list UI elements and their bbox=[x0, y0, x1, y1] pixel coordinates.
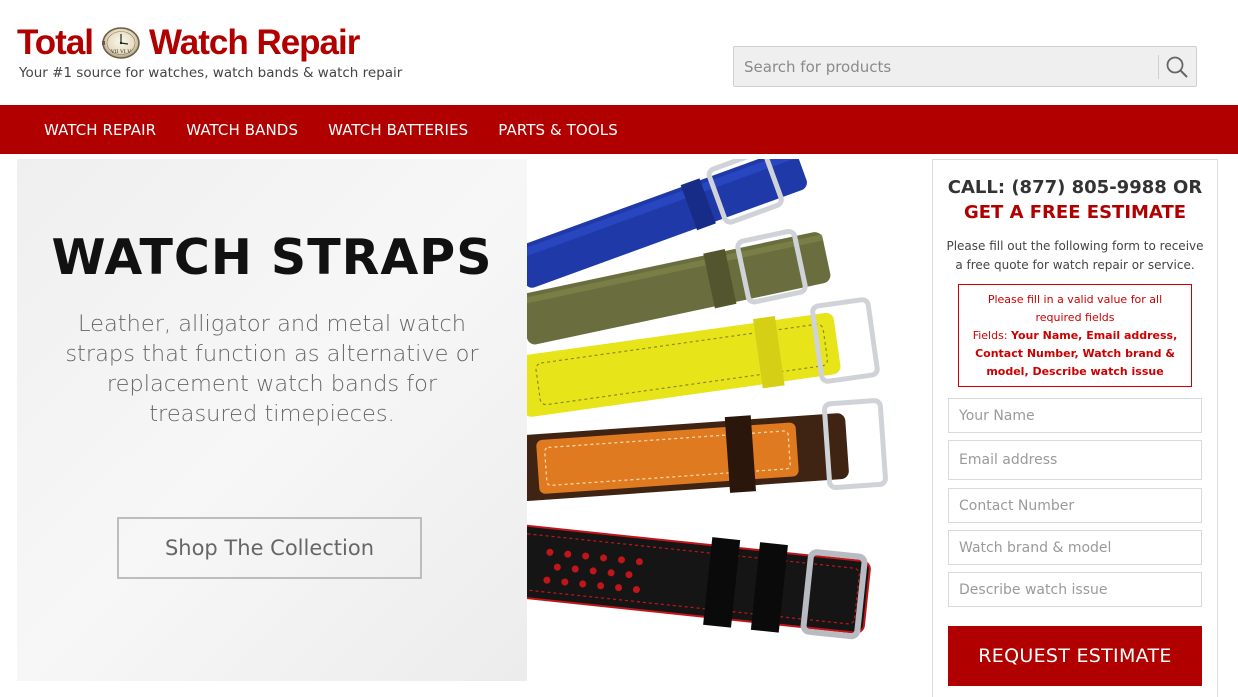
free-estimate-heading: GET A FREE ESTIMATE bbox=[963, 202, 1187, 223]
nav-item-watch-bands[interactable]: WATCH BANDS bbox=[186, 121, 298, 139]
form-intro: Please fill out the following form to re… bbox=[946, 239, 1204, 272]
watch-issue-field[interactable] bbox=[948, 572, 1202, 607]
nav-item-watch-repair[interactable]: WATCH REPAIR bbox=[44, 121, 156, 139]
site-tagline: Your #1 source for watches, watch bands … bbox=[19, 65, 403, 81]
nav-item-watch-batteries[interactable]: WATCH BATTERIES bbox=[328, 121, 468, 139]
svg-text:VII VI V: VII VI V bbox=[110, 49, 131, 55]
phone-field[interactable] bbox=[948, 488, 1202, 523]
watch-straps-image[interactable] bbox=[527, 159, 912, 681]
shop-collection-button[interactable]: Shop The Collection bbox=[117, 517, 422, 579]
site-header: Total VII VI V Watch Repair Your #1 sour… bbox=[0, 0, 1238, 105]
main-nav: WATCH REPAIR WATCH BANDS WATCH BATTERIES… bbox=[0, 105, 1238, 154]
search-bar bbox=[733, 46, 1197, 87]
form-error-message: Please fill in a valid value for all req… bbox=[958, 284, 1192, 387]
hero-panel: WATCH STRAPS Leather, alligator and meta… bbox=[17, 159, 527, 681]
nav-item-parts-tools[interactable]: PARTS & TOOLS bbox=[498, 121, 618, 139]
search-input[interactable] bbox=[734, 47, 1158, 86]
request-estimate-button[interactable]: REQUEST ESTIMATE bbox=[948, 626, 1202, 686]
logo-word-left: Total bbox=[17, 22, 94, 62]
error-fields-label: Fields: bbox=[972, 329, 1008, 342]
pocket-watch-icon: VII VI V bbox=[102, 27, 140, 59]
site-logo[interactable]: Total VII VI V Watch Repair bbox=[17, 22, 360, 62]
search-icon bbox=[1166, 56, 1188, 78]
hero-description: Leather, alligator and metal watch strap… bbox=[65, 311, 479, 427]
logo-word-right: Watch Repair bbox=[149, 22, 360, 62]
estimate-form-panel: CALL: (877) 805-9988 OR GET A FREE ESTIM… bbox=[932, 159, 1218, 697]
error-text: Please fill in a valid value for all req… bbox=[987, 293, 1163, 324]
search-divider bbox=[1158, 55, 1159, 79]
watch-brand-field[interactable] bbox=[948, 530, 1202, 565]
call-phone-line: CALL: (877) 805-9988 OR bbox=[947, 177, 1203, 198]
search-button[interactable] bbox=[1160, 51, 1194, 83]
watch-straps-illustration bbox=[527, 159, 888, 640]
hero-title: WATCH STRAPS bbox=[51, 229, 493, 286]
email-field[interactable] bbox=[948, 440, 1202, 480]
name-field[interactable] bbox=[948, 398, 1202, 433]
